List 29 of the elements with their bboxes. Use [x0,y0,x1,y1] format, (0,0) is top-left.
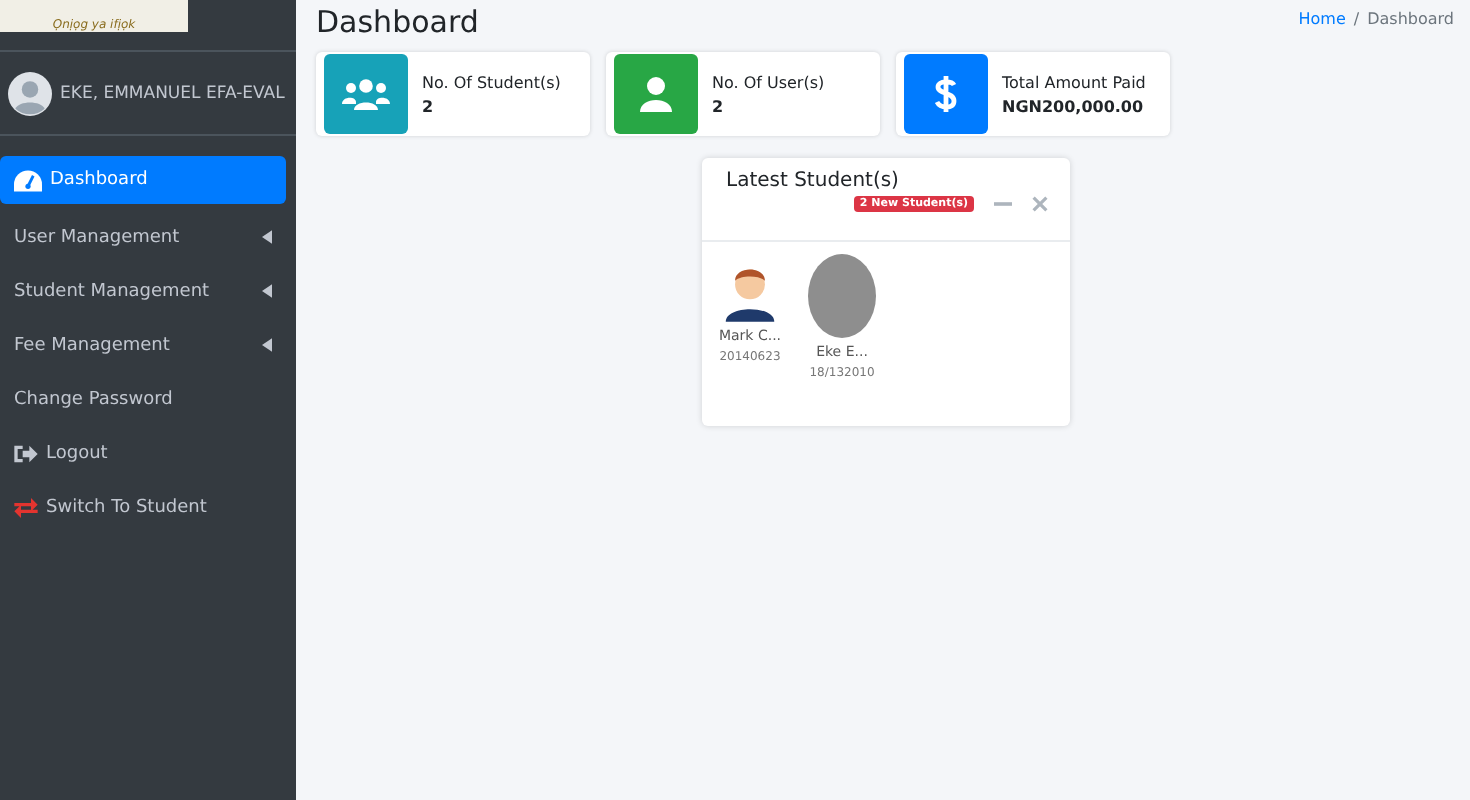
sidebar-item[interactable]: Student Management [0,264,286,318]
close-icon[interactable] [1032,196,1048,212]
page-title: Dashboard [316,4,479,40]
photo-placeholder [808,254,876,338]
info-value: NGN200,000.00 [1002,97,1146,115]
minimize-icon[interactable] [994,202,1012,206]
card-title: Latest Student(s) [726,170,901,192]
info-value: 2 [422,97,436,115]
user-icon [640,76,672,112]
sidebar-item[interactable]: User Management [0,210,286,264]
sidebar-item[interactable]: Dashboard [0,156,286,204]
sidebar-item[interactable]: Change Password [0,372,286,426]
info-label: No. Of User(s) [712,73,825,91]
logout-icon [14,443,38,463]
swap-arrows-icon [14,497,38,517]
user-avatar-icon [8,71,52,115]
users-icon [342,78,390,110]
breadcrumb-current: Dashboard [1367,8,1454,30]
dollar-icon [934,74,958,114]
sidebar-item[interactable]: Logout [0,426,286,480]
info-label: Total Amount Paid [1002,73,1146,91]
breadcrumb-separator: / [1353,8,1360,30]
info-value: 2 [712,97,726,115]
sidebar-item[interactable]: Switch To Student [0,480,286,534]
info-label: No. Of Student(s) [422,73,561,91]
user-name: EKE, EMMANUEL EFA-EVAL [60,83,285,103]
breadcrumb-link[interactable]: Home [1298,8,1346,30]
sidebar-item[interactable]: Fee Management [0,318,286,372]
gauge-icon [14,169,42,191]
